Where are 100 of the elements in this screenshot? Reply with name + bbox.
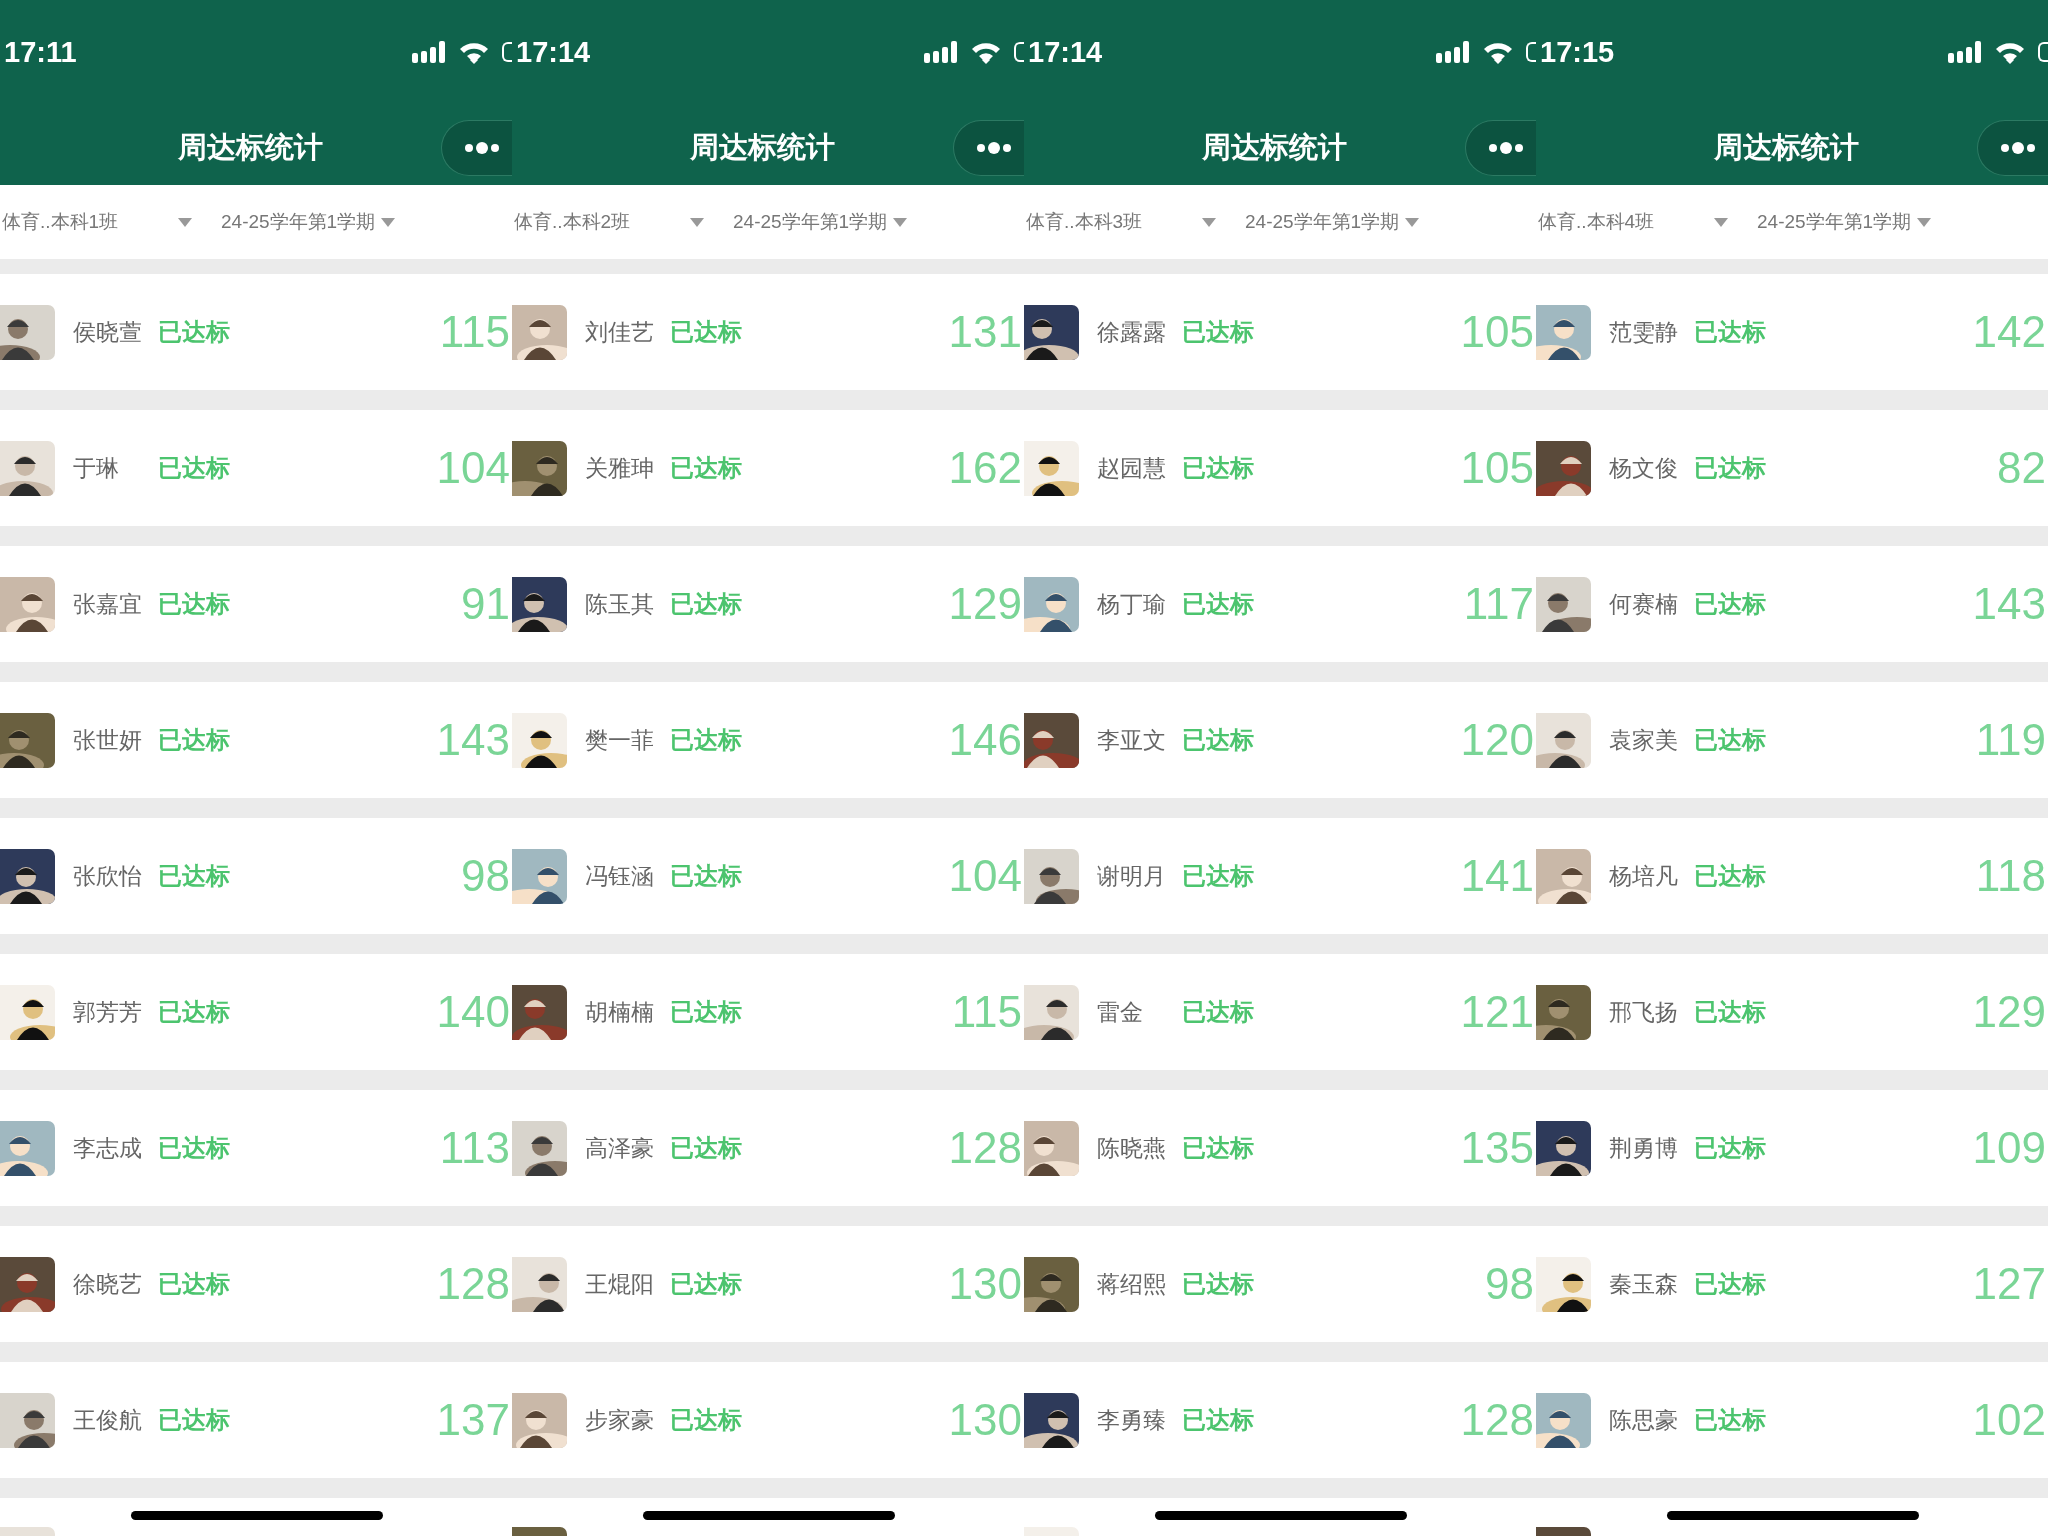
student-name: 王焜阳	[585, 1269, 655, 1299]
student-row[interactable]: 步家豪 已达标 130	[512, 1362, 1024, 1478]
status-label: 已达标	[158, 1133, 230, 1163]
status-label: 已达标	[1694, 725, 1766, 755]
student-row[interactable]: 刘佳艺 已达标 131	[512, 274, 1024, 390]
status-label: 已达标	[670, 1133, 742, 1163]
student-row[interactable]: 李勇臻 已达标 128	[1024, 1362, 1536, 1478]
student-name: 张嘉宜	[73, 589, 143, 619]
caret-icon	[1714, 217, 1728, 227]
wifi-icon	[458, 40, 490, 64]
caret-icon	[893, 217, 908, 227]
count-value: 117	[1463, 579, 1534, 629]
count-value: 115	[951, 987, 1022, 1037]
student-row[interactable]: 于琳 已达标 104	[0, 410, 512, 526]
more-button[interactable]	[441, 119, 512, 176]
semester-dropdown[interactable]: 24-25学年第1学期	[733, 209, 888, 235]
student-row[interactable]: 蒋绍熙 已达标 98	[1024, 1226, 1536, 1342]
caret-icon	[381, 217, 396, 227]
count-value: 129	[1972, 987, 2046, 1037]
status-label: 已达标	[1694, 1133, 1766, 1163]
status-time: 17:15	[1540, 36, 1615, 69]
student-name: 张世妍	[73, 725, 143, 755]
class-dropdown[interactable]: 体育..本科3班	[1026, 209, 1202, 235]
student-row[interactable]: 秦玉森 已达标 127	[1536, 1226, 2048, 1342]
signal-icon	[412, 41, 446, 63]
count-value: 119	[1975, 715, 2046, 765]
student-name: 陈思豪	[1609, 1405, 1679, 1435]
class-dropdown[interactable]: 体育..本科2班	[514, 209, 690, 235]
class-dropdown[interactable]: 体育..本科1班	[2, 209, 178, 235]
student-row[interactable]: 胡楠楠 已达标 115	[512, 954, 1024, 1070]
status-label: 已达标	[1182, 861, 1254, 891]
more-icon	[1488, 141, 1524, 154]
status-label: 已达标	[670, 725, 742, 755]
student-name: 秦玉森	[1609, 1269, 1679, 1299]
student-name: 杨培凡	[1609, 861, 1679, 891]
count-value: 135	[1460, 1123, 1534, 1173]
student-row[interactable]: 徐露露 已达标 105	[1024, 274, 1536, 390]
more-button[interactable]	[953, 119, 1024, 176]
student-row[interactable]: 荆勇博 已达标 109	[1536, 1090, 2048, 1206]
student-row[interactable]: 张嘉宜 已达标 91	[0, 546, 512, 662]
count-value: 130	[948, 1395, 1022, 1445]
student-row[interactable]: 何赛楠 已达标 143	[1536, 546, 2048, 662]
status-label: 已达标	[670, 1269, 742, 1299]
student-row[interactable]: 陈玉其 已达标 129	[512, 546, 1024, 662]
student-row[interactable]: 赵园慧 已达标 105	[1024, 410, 1536, 526]
student-name: 步家豪	[585, 1405, 655, 1435]
student-name: 陈晓燕	[1097, 1133, 1167, 1163]
count-value: 104	[948, 851, 1022, 901]
student-row[interactable]: 王焜阳 已达标 130	[512, 1226, 1024, 1342]
student-row[interactable]: 关雅珅 已达标 162	[512, 410, 1024, 526]
student-name: 关雅珅	[585, 453, 655, 483]
student-row[interactable]: 李志成 已达标 113	[0, 1090, 512, 1206]
student-row[interactable]: 徐晓艺 已达标 128	[0, 1226, 512, 1342]
student-row[interactable]: 冯钰涵 已达标 104	[512, 818, 1024, 934]
caret-icon	[1202, 217, 1216, 227]
student-name: 徐晓艺	[73, 1269, 143, 1299]
status-label: 已达标	[158, 589, 230, 619]
battery-icon	[2038, 42, 2048, 62]
semester-dropdown[interactable]: 24-25学年第1学期	[1757, 209, 1912, 235]
student-name: 李勇臻	[1097, 1405, 1167, 1435]
student-name: 高泽豪	[585, 1133, 655, 1163]
status-label: 已达标	[670, 317, 742, 347]
status-label: 已达标	[1694, 317, 1766, 347]
count-value: 131	[948, 307, 1022, 357]
wifi-icon	[1482, 40, 1514, 64]
status-label: 已达标	[670, 1405, 742, 1435]
status-label: 已达标	[158, 861, 230, 891]
semester-dropdown[interactable]: 24-25学年第1学期	[1245, 209, 1400, 235]
student-row[interactable]: 陈晓燕 已达标 135	[1024, 1090, 1536, 1206]
student-row[interactable]: 张欣怡 已达标 98	[0, 818, 512, 934]
status-label: 已达标	[1694, 589, 1766, 619]
more-button[interactable]	[1465, 119, 1536, 176]
count-value: 82	[1997, 443, 2046, 493]
student-row[interactable]: 雷金 已达标 121	[1024, 954, 1536, 1070]
student-row[interactable]: 杨文俊 已达标 82	[1536, 410, 2048, 526]
student-row[interactable]: 范雯静 已达标 142	[1536, 274, 2048, 390]
student-row[interactable]: 高泽豪 已达标 128	[512, 1090, 1024, 1206]
semester-dropdown[interactable]: 24-25学年第1学期	[221, 209, 376, 235]
more-button[interactable]	[1977, 119, 2048, 176]
student-name: 冯钰涵	[585, 861, 655, 891]
student-row[interactable]: 谢明月 已达标 141	[1024, 818, 1536, 934]
student-row[interactable]: 樊一菲 已达标 146	[512, 682, 1024, 798]
count-value: 130	[948, 1259, 1022, 1309]
student-row[interactable]: 王俊航 已达标 137	[0, 1362, 512, 1478]
count-value: 121	[1460, 987, 1534, 1037]
count-value: 98	[461, 851, 510, 901]
count-value: 142	[1972, 307, 2046, 357]
student-row[interactable]: 陈思豪 已达标 102	[1536, 1362, 2048, 1478]
student-row[interactable]: 张世妍 已达标 143	[0, 682, 512, 798]
status-label: 已达标	[670, 453, 742, 483]
student-row[interactable]: 李亚文 已达标 120	[1024, 682, 1536, 798]
count-value: 102	[1972, 1395, 2046, 1445]
student-row[interactable]: 郭芳芳 已达标 140	[0, 954, 512, 1070]
student-row[interactable]: 杨培凡 已达标 118	[1536, 818, 2048, 934]
count-value: 109	[1972, 1123, 2046, 1173]
student-row[interactable]: 杨丁瑜 已达标 117	[1024, 546, 1536, 662]
class-dropdown[interactable]: 体育..本科4班	[1538, 209, 1714, 235]
student-row[interactable]: 侯晓萱 已达标 115	[0, 274, 512, 390]
student-row[interactable]: 邢飞扬 已达标 129	[1536, 954, 2048, 1070]
student-row[interactable]: 袁家美 已达标 119	[1536, 682, 2048, 798]
